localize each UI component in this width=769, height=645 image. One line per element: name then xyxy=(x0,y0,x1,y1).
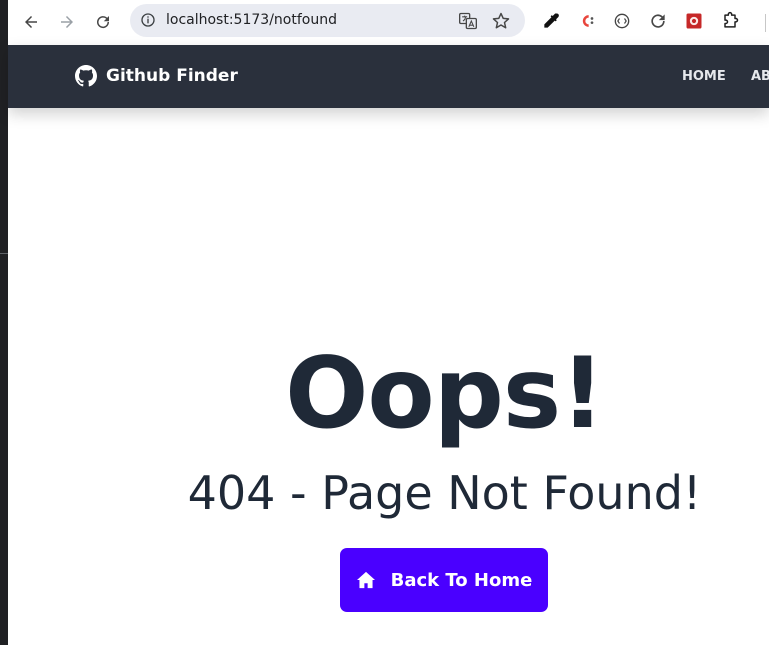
back-button[interactable] xyxy=(16,7,46,37)
error-heading: Oops! xyxy=(285,337,605,451)
star-icon[interactable] xyxy=(491,11,511,31)
address-bar[interactable]: localhost:5173/notfound xyxy=(130,4,525,37)
browser-toolbar: localhost:5173/notfound xyxy=(8,0,769,45)
reload-button[interactable] xyxy=(88,7,118,37)
extension-circle[interactable] xyxy=(611,10,633,32)
brand-link[interactable]: Github Finder xyxy=(75,65,238,87)
refresh-extension-icon xyxy=(651,14,665,28)
extension-c[interactable] xyxy=(576,10,598,32)
eyedropper-icon xyxy=(544,13,559,28)
extension-circle-icon xyxy=(614,13,630,29)
refresh-extension[interactable] xyxy=(647,10,669,32)
eyedropper-extension[interactable] xyxy=(540,10,562,32)
info-icon[interactable] xyxy=(140,12,156,28)
app-navbar: Github Finder HOME AB xyxy=(8,45,769,108)
back-to-home-label: Back To Home xyxy=(390,569,533,591)
nav-home-link[interactable]: HOME xyxy=(682,69,726,84)
toolbar-divider xyxy=(765,14,766,32)
puzzle-icon xyxy=(724,11,739,28)
left-edge-strip xyxy=(0,0,8,645)
reload-icon xyxy=(97,16,110,29)
translate-icon[interactable] xyxy=(458,11,478,31)
url-text[interactable]: localhost:5173/notfound xyxy=(166,12,337,28)
nav-about-link[interactable]: AB xyxy=(751,69,769,84)
home-icon xyxy=(356,571,375,589)
github-icon xyxy=(75,65,97,87)
extension-c-icon xyxy=(582,15,594,27)
edge-divider xyxy=(0,253,8,254)
back-to-home-button[interactable]: Back To Home xyxy=(340,548,548,612)
brand-name: Github Finder xyxy=(106,66,238,86)
extensions-menu[interactable] xyxy=(719,10,741,32)
error-subheading: 404 - Page Not Found! xyxy=(187,466,702,520)
extension-red[interactable] xyxy=(683,10,705,32)
extension-red-icon xyxy=(686,13,702,29)
back-icon xyxy=(25,16,37,28)
forward-icon xyxy=(61,16,73,28)
forward-button[interactable] xyxy=(52,7,82,37)
